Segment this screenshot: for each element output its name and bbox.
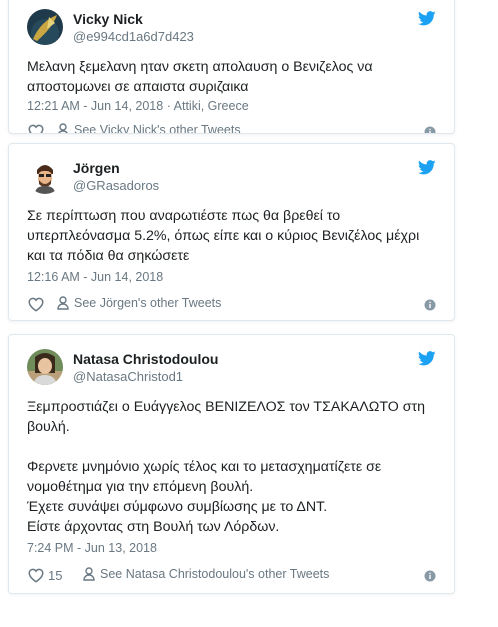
like-button[interactable]: 15	[27, 567, 62, 583]
tweet-actions: 15 See Natasa Christodoulou's other Twee…	[27, 567, 436, 587]
author-name[interactable]: Jörgen	[73, 160, 120, 176]
heart-icon	[28, 297, 44, 312]
info-icon[interactable]	[424, 126, 436, 133]
tweet-text-line: Φερνετε μνημόνιο χωρίς τέλος και το μετα…	[27, 459, 382, 475]
author-handle[interactable]: @NatasaChristod1	[73, 369, 183, 384]
like-button[interactable]	[27, 296, 45, 312]
tweet-meta: 12:21 AM - Jun 14, 2018 · Attiki, Greece	[27, 99, 249, 113]
tweet-actions: See Jörgen's other Tweets	[27, 296, 436, 316]
tweet-card: Jörgen @GRasadoros Σε περίπτωση που αναρ…	[8, 143, 455, 321]
heart-icon	[28, 568, 44, 583]
info-icon[interactable]	[424, 570, 436, 582]
tweet-feed: Vicky Nick @e994cd1a6d7d423 Μελανη ξεμελ…	[0, 0, 498, 627]
info-icon[interactable]	[424, 299, 436, 311]
avatar[interactable]	[27, 349, 63, 385]
tweet-text: Σε περίπτωση που αναρωτιέστε πως θα βρεθ…	[27, 206, 436, 266]
tweet-text-line: βουλή.	[27, 419, 70, 435]
tweet-card: Vicky Nick @e994cd1a6d7d423 Μελανη ξεμελ…	[8, 0, 455, 134]
tweet-text-line: Έχετε συνάψει σύμφωνο συμβίωσης με το ΔΝ…	[27, 499, 328, 515]
person-icon	[57, 296, 69, 310]
other-tweets-label: See Vicky Nick's other Tweets	[74, 123, 241, 134]
like-button[interactable]	[27, 123, 45, 133]
like-count: 15	[48, 567, 63, 583]
other-tweets-label: See Jörgen's other Tweets	[74, 296, 222, 310]
avatar[interactable]	[27, 9, 63, 45]
tweet-text-line: και τα πόδια θα σηκώσετε	[27, 248, 190, 264]
other-tweets-label: See Natasa Christodoulou's other Tweets	[100, 567, 330, 581]
tweet-timestamp[interactable]: 7:24 PM - Jun 13, 2018	[27, 541, 157, 555]
author-name[interactable]: Natasa Christodoulou	[73, 351, 218, 367]
tweet-text: Ξεμπροστιάζει ο Ευάγγελος ΒΕΝΙΖΕΛΟΣ τον …	[27, 397, 436, 537]
tweet-timestamp[interactable]: 12:16 AM - Jun 14, 2018	[27, 270, 163, 284]
author-handle[interactable]: @e994cd1a6d7d423	[73, 29, 194, 44]
tweet-text-line: νομοθέτημα για την επόμενη βουλή.	[27, 479, 254, 495]
other-tweets-link[interactable]: See Natasa Christodoulou's other Tweets	[83, 567, 329, 581]
other-tweets-link[interactable]: See Jörgen's other Tweets	[57, 296, 221, 310]
twitter-bird-icon[interactable]	[417, 351, 436, 367]
author-name[interactable]: Vicky Nick	[73, 11, 143, 27]
twitter-bird-icon[interactable]	[417, 160, 436, 176]
other-tweets-link[interactable]: See Vicky Nick's other Tweets	[57, 123, 241, 134]
tweet-meta: 12:16 AM - Jun 14, 2018	[27, 270, 163, 284]
tweet-text-line: Σε περίπτωση που αναρωτιέστε πως θα βρεθ…	[27, 208, 341, 224]
person-icon	[58, 123, 68, 133]
tweet-text-line: υπερπλεόνασμα 5.2%, όπως είπε και ο κύρι…	[27, 228, 420, 244]
avatar[interactable]	[27, 158, 63, 194]
twitter-bird-icon[interactable]	[417, 11, 436, 27]
tweet-card: Natasa Christodoulou @NatasaChristod1 Ξε…	[8, 334, 455, 594]
tweet-actions: See Vicky Nick's other Tweets	[27, 123, 436, 134]
person-icon	[83, 567, 95, 581]
tweet-meta: 7:24 PM - Jun 13, 2018	[27, 541, 157, 555]
author-handle[interactable]: @GRasadoros	[73, 178, 159, 193]
tweet-timestamp[interactable]: 12:21 AM - Jun 14, 2018	[27, 99, 163, 113]
meta-separator: ·	[163, 99, 174, 113]
tweet-text-line: Είστε άρχοντας στη Βουλή των Λόρδων.	[27, 519, 280, 535]
tweet-header: Vicky Nick @e994cd1a6d7d423	[27, 9, 436, 49]
tweet-text: Μελανη ξεμελανη ηταν σκετη απολαυση ο Βε…	[27, 57, 436, 97]
tweet-header: Natasa Christodoulou @NatasaChristod1	[27, 349, 436, 389]
tweet-text-line: Ξεμπροστιάζει ο Ευάγγελος ΒΕΝΙΖΕΛΟΣ τον …	[27, 399, 425, 415]
heart-icon	[28, 124, 44, 133]
tweet-text-line: αποστομωνει σε απαιστα συριζαικα	[27, 79, 249, 95]
tweet-location[interactable]: Attiki, Greece	[174, 99, 249, 113]
tweet-text-line: Μελανη ξεμελανη ηταν σκετη απολαυση ο Βε…	[27, 59, 373, 75]
tweet-header: Jörgen @GRasadoros	[27, 158, 436, 198]
